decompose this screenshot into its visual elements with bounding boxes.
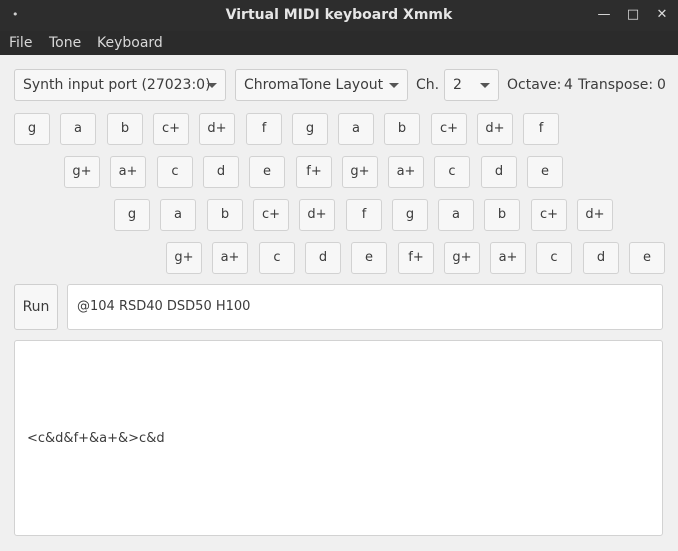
close-icon[interactable]: ✕	[652, 5, 672, 25]
key-c-sharp[interactable]: c+	[531, 199, 567, 231]
key-a-sharp[interactable]: a+	[388, 156, 424, 188]
key-a-sharp[interactable]: a+	[110, 156, 146, 188]
key-g[interactable]: g	[14, 113, 50, 145]
key-e[interactable]: e	[629, 242, 665, 274]
chevron-down-icon	[389, 83, 399, 88]
octave-label: Octave:	[507, 77, 562, 93]
window-title: Virtual MIDI keyboard Xmmk	[225, 7, 453, 23]
key-d[interactable]: d	[481, 156, 517, 188]
key-a-sharp[interactable]: a+	[490, 242, 526, 274]
channel-select[interactable]: 2	[444, 69, 499, 101]
key-c-sharp[interactable]: c+	[253, 199, 289, 231]
key-g-sharp[interactable]: g+	[166, 242, 202, 274]
output-area[interactable]: <c&d&f+&a+&>c&d	[14, 340, 663, 536]
port-select-value: Synth input port (27023:0)	[23, 77, 211, 93]
channel-label: Ch.	[416, 77, 440, 93]
key-g-sharp[interactable]: g+	[64, 156, 100, 188]
key-d-sharp[interactable]: d+	[477, 113, 513, 145]
transpose-label: Transpose:	[578, 77, 654, 93]
menu-keyboard[interactable]: Keyboard	[97, 31, 163, 55]
key-c-sharp[interactable]: c+	[153, 113, 189, 145]
key-g[interactable]: g	[114, 199, 150, 231]
key-f-sharp[interactable]: f+	[398, 242, 434, 274]
key-c[interactable]: c	[157, 156, 193, 188]
key-b[interactable]: b	[484, 199, 520, 231]
key-c[interactable]: c	[259, 242, 295, 274]
key-f[interactable]: f	[246, 113, 282, 145]
command-input[interactable]: @104 RSD40 DSD50 H100	[67, 284, 663, 330]
key-g[interactable]: g	[392, 199, 428, 231]
transpose-value: 0	[657, 77, 666, 93]
key-a[interactable]: a	[60, 113, 96, 145]
run-button[interactable]: Run	[14, 284, 58, 330]
channel-select-value: 2	[453, 77, 462, 93]
key-e[interactable]: e	[527, 156, 563, 188]
key-c-sharp[interactable]: c+	[431, 113, 467, 145]
key-g[interactable]: g	[292, 113, 328, 145]
key-a[interactable]: a	[160, 199, 196, 231]
key-b[interactable]: b	[107, 113, 143, 145]
maximize-icon[interactable]: □	[623, 5, 643, 25]
chevron-down-icon	[207, 83, 217, 88]
minimize-icon[interactable]: —	[594, 5, 614, 25]
layout-select[interactable]: ChromaTone Layout	[235, 69, 408, 101]
layout-select-value: ChromaTone Layout	[244, 77, 384, 93]
key-d[interactable]: d	[583, 242, 619, 274]
key-a[interactable]: a	[338, 113, 374, 145]
key-b[interactable]: b	[207, 199, 243, 231]
key-d-sharp[interactable]: d+	[299, 199, 335, 231]
menu-file[interactable]: File	[9, 31, 32, 55]
chevron-down-icon	[480, 83, 490, 88]
output-text: <c&d&f+&a+&>c&d	[27, 431, 165, 446]
key-a-sharp[interactable]: a+	[212, 242, 248, 274]
key-d[interactable]: d	[203, 156, 239, 188]
key-d[interactable]: d	[305, 242, 341, 274]
menu-bar: File Tone Keyboard	[0, 31, 678, 55]
key-d-sharp[interactable]: d+	[577, 199, 613, 231]
title-bar: • Virtual MIDI keyboard Xmmk — □ ✕	[0, 0, 678, 31]
key-e[interactable]: e	[351, 242, 387, 274]
menu-tone[interactable]: Tone	[49, 31, 81, 55]
key-a[interactable]: a	[438, 199, 474, 231]
key-g-sharp[interactable]: g+	[444, 242, 480, 274]
key-g-sharp[interactable]: g+	[342, 156, 378, 188]
key-f-sharp[interactable]: f+	[296, 156, 332, 188]
key-c[interactable]: c	[536, 242, 572, 274]
port-select[interactable]: Synth input port (27023:0)	[14, 69, 226, 101]
key-f[interactable]: f	[346, 199, 382, 231]
octave-value: 4	[564, 77, 573, 93]
key-b[interactable]: b	[384, 113, 420, 145]
key-f[interactable]: f	[523, 113, 559, 145]
key-c[interactable]: c	[434, 156, 470, 188]
key-d-sharp[interactable]: d+	[199, 113, 235, 145]
key-e[interactable]: e	[249, 156, 285, 188]
